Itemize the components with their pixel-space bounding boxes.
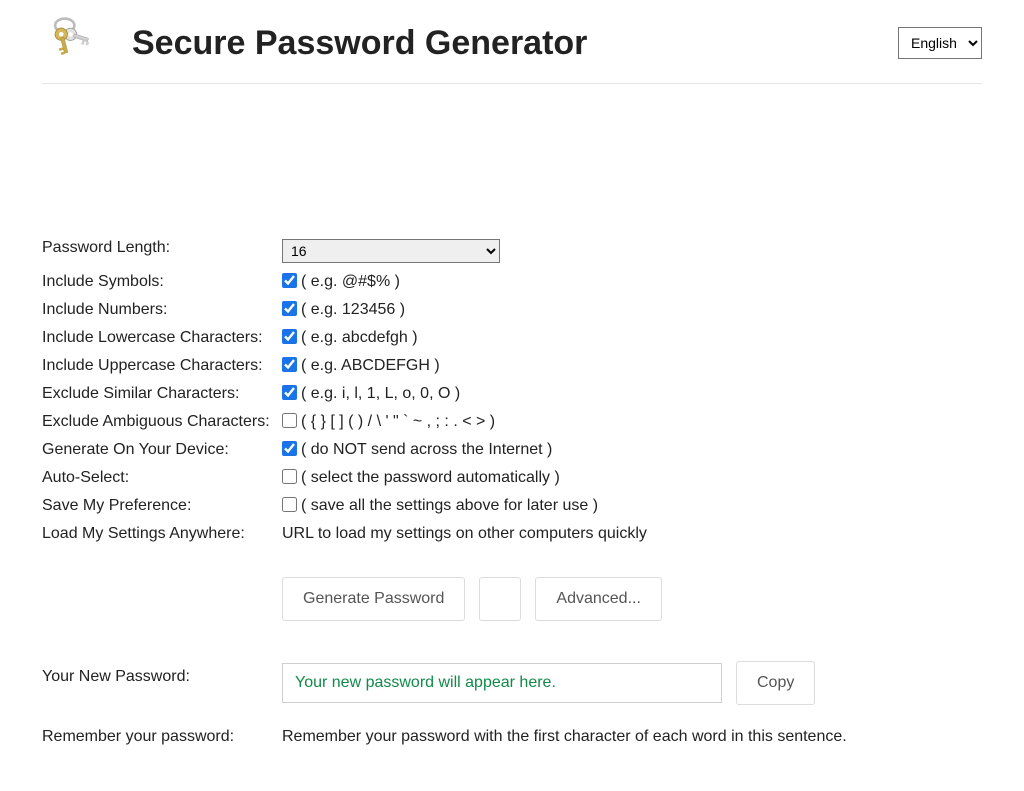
autoselect-label: Auto-Select: xyxy=(42,464,282,492)
load-anywhere-label: Load My Settings Anywhere: xyxy=(42,520,282,548)
autoselect-hint: ( select the password automatically ) xyxy=(301,469,560,486)
button-row: Generate Password Advanced... xyxy=(282,577,982,621)
similar-label: Exclude Similar Characters: xyxy=(42,380,282,408)
page-title: Secure Password Generator xyxy=(132,24,587,63)
save-label: Save My Preference: xyxy=(42,492,282,520)
numbers-hint: ( e.g. 123456 ) xyxy=(301,301,405,318)
output-label: Your New Password: xyxy=(42,656,282,710)
ambiguous-label: Exclude Ambiguous Characters: xyxy=(42,408,282,436)
local-checkbox[interactable] xyxy=(282,441,297,456)
lowercase-checkbox[interactable] xyxy=(282,329,297,344)
numbers-label: Include Numbers: xyxy=(42,296,282,324)
extra-button[interactable] xyxy=(479,577,521,621)
lowercase-hint: ( e.g. abcdefgh ) xyxy=(301,329,418,346)
autoselect-checkbox[interactable] xyxy=(282,469,297,484)
options-form: Password Length: 16 Include Symbols: ( e… xyxy=(42,234,982,751)
ambiguous-checkbox[interactable] xyxy=(282,413,297,428)
local-label: Generate On Your Device: xyxy=(42,436,282,464)
symbols-hint: ( e.g. @#$% ) xyxy=(301,273,400,290)
generate-button[interactable]: Generate Password xyxy=(282,577,465,621)
uppercase-label: Include Uppercase Characters: xyxy=(42,352,282,380)
similar-hint: ( e.g. i, l, 1, L, o, 0, O ) xyxy=(301,385,460,402)
header: Secure Password Generator English xyxy=(42,15,982,84)
advanced-button[interactable]: Advanced... xyxy=(535,577,662,621)
similar-checkbox[interactable] xyxy=(282,385,297,400)
uppercase-hint: ( e.g. ABCDEFGH ) xyxy=(301,357,440,374)
copy-button[interactable]: Copy xyxy=(736,661,815,705)
uppercase-checkbox[interactable] xyxy=(282,357,297,372)
password-output[interactable]: Your new password will appear here. xyxy=(282,663,722,703)
symbols-label: Include Symbols: xyxy=(42,268,282,296)
remember-label: Remember your password: xyxy=(42,710,282,751)
symbols-checkbox[interactable] xyxy=(282,273,297,288)
length-select[interactable]: 16 xyxy=(282,239,500,263)
save-hint: ( save all the settings above for later … xyxy=(301,497,598,514)
keys-icon xyxy=(42,15,98,71)
load-anywhere-text: URL to load my settings on other compute… xyxy=(282,525,647,542)
numbers-checkbox[interactable] xyxy=(282,301,297,316)
save-checkbox[interactable] xyxy=(282,497,297,512)
lowercase-label: Include Lowercase Characters: xyxy=(42,324,282,352)
local-hint: ( do NOT send across the Internet ) xyxy=(301,441,552,458)
length-label: Password Length: xyxy=(42,234,282,268)
ambiguous-hint: ( { } [ ] ( ) / \ ' " ` ~ , ; : . < > ) xyxy=(301,413,495,430)
language-select[interactable]: English xyxy=(898,27,982,59)
